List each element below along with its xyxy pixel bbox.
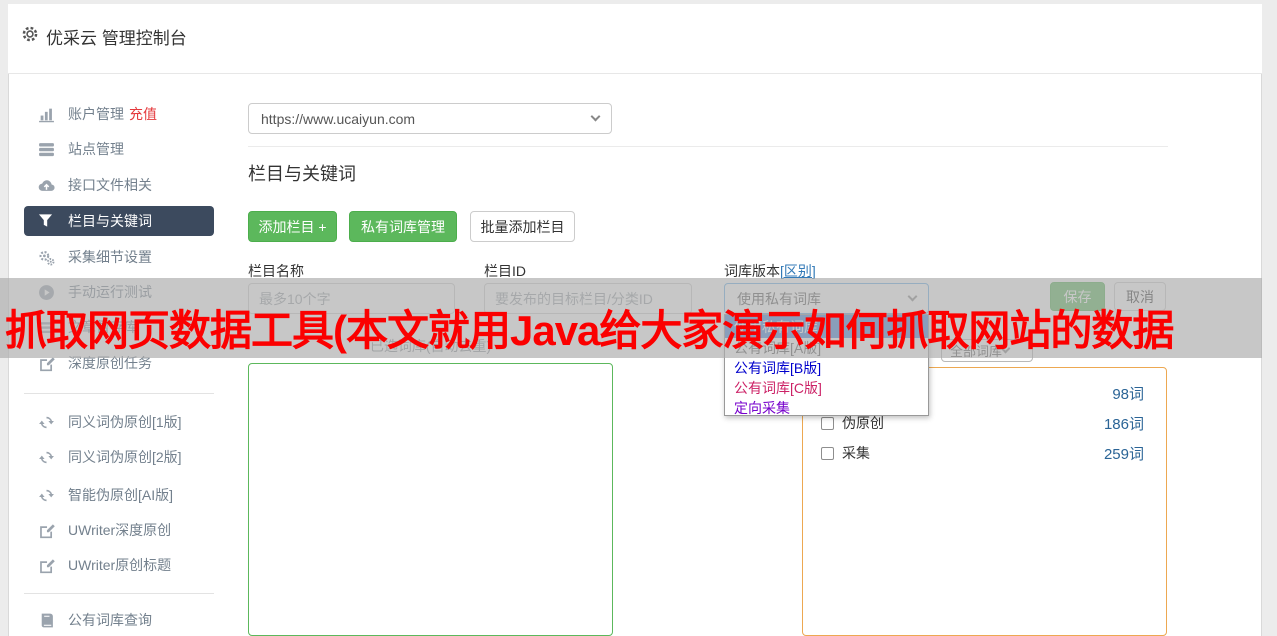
sidebar-item-label: 同义词伪原创[1版] xyxy=(68,414,182,430)
lexicon-row-2: 采集 259词 xyxy=(803,442,1166,464)
sidebar-item-label: 站点管理 xyxy=(68,141,124,157)
lexicon-word-count: 186词 xyxy=(1103,415,1144,433)
lexicon-checkbox[interactable] xyxy=(821,446,834,460)
sidebar-item-label: 公有词库查询 xyxy=(68,612,152,628)
app-header xyxy=(8,4,1262,74)
sidebar-item-label: 采集细节设置 xyxy=(68,249,152,265)
refresh-icon xyxy=(38,414,55,431)
app-title: 优采云 管理控制台 xyxy=(46,29,187,48)
admin-console-screen: 优采云 管理控制台 账户管理充值站点管理接口文件相关栏目与关键词采集细节设置手动… xyxy=(0,0,1277,636)
lexicon-word-count: 259词 xyxy=(1103,445,1144,463)
site-url-value: https://www.ucaiyun.com xyxy=(261,110,416,127)
selected-lexicon-box xyxy=(248,363,613,636)
sidebar-item-4[interactable]: 采集细节设置 xyxy=(24,242,214,272)
add-column-button[interactable]: 添加栏目 + xyxy=(248,211,337,242)
section-title: 栏目与关键词 xyxy=(248,164,356,184)
sidebar-item-label: 账户管理 xyxy=(68,106,124,122)
sidebar-item-label: 栏目与关键词 xyxy=(68,213,152,229)
lexicon-row-label: 采集 xyxy=(842,445,870,461)
sidebar-item-1[interactable]: 站点管理 xyxy=(24,134,214,164)
dropdown-option-2[interactable]: 公有词库[B版] xyxy=(725,358,928,378)
edit-icon xyxy=(38,522,55,539)
sidebar-divider xyxy=(24,393,214,394)
cloud-upload-icon xyxy=(38,177,55,194)
sidebar-divider xyxy=(24,593,214,594)
dropdown-option-3[interactable]: 公有词库[C版] xyxy=(725,378,928,398)
recharge-link[interactable]: 充值 xyxy=(129,104,157,124)
sidebar-item-12[interactable]: UWriter深度原创 xyxy=(24,515,214,545)
lexicon-word-count: 98词 xyxy=(1112,385,1144,403)
sidebar-item-label: 同义词伪原创[2版] xyxy=(68,449,182,465)
site-url-select[interactable]: https://www.ucaiyun.com xyxy=(248,103,612,134)
refresh-icon xyxy=(38,487,55,504)
private-lexicon-button[interactable]: 私有词库管理 xyxy=(349,211,457,242)
funnel-icon xyxy=(38,213,55,230)
sidebar-item-label: UWriter原创标题 xyxy=(68,557,172,573)
dropdown-option-4[interactable]: 定向采集 xyxy=(725,398,928,418)
lexicon-checkbox[interactable] xyxy=(821,416,834,430)
version-diff-link[interactable]: [区别] xyxy=(780,263,816,279)
batch-add-button[interactable]: 批量添加栏目 xyxy=(470,211,575,242)
divider xyxy=(248,146,1168,147)
chevron-down-icon xyxy=(590,111,601,122)
sidebar-item-label: UWriter深度原创 xyxy=(68,522,172,538)
edit-icon xyxy=(38,557,55,574)
server-icon xyxy=(38,141,55,158)
sidebar-item-15[interactable]: 公有词库查询 xyxy=(24,605,214,635)
sidebar-item-3[interactable]: 栏目与关键词 xyxy=(24,206,214,236)
sidebar-item-13[interactable]: UWriter原创标题 xyxy=(24,550,214,580)
sidebar-item-0[interactable]: 账户管理 充值 xyxy=(24,99,214,129)
gear-icon xyxy=(21,25,39,43)
bar-chart-icon xyxy=(38,106,55,123)
sidebar-item-label: 接口文件相关 xyxy=(68,177,152,193)
book-icon xyxy=(38,612,55,629)
sidebar-item-2[interactable]: 接口文件相关 xyxy=(24,170,214,200)
gears-icon xyxy=(38,249,55,266)
refresh-icon xyxy=(38,449,55,466)
sidebar-item-11[interactable]: 智能伪原创[AI版] xyxy=(24,480,214,510)
sidebar-item-10[interactable]: 同义词伪原创[2版] xyxy=(24,442,214,472)
overlay-watermark-text: 抓取网页数据工具(本文就用Java给大家演示如何抓取网站的数据 xyxy=(5,307,1174,354)
sidebar-item-label: 智能伪原创[AI版] xyxy=(68,487,174,503)
sidebar-item-9[interactable]: 同义词伪原创[1版] xyxy=(24,407,214,437)
